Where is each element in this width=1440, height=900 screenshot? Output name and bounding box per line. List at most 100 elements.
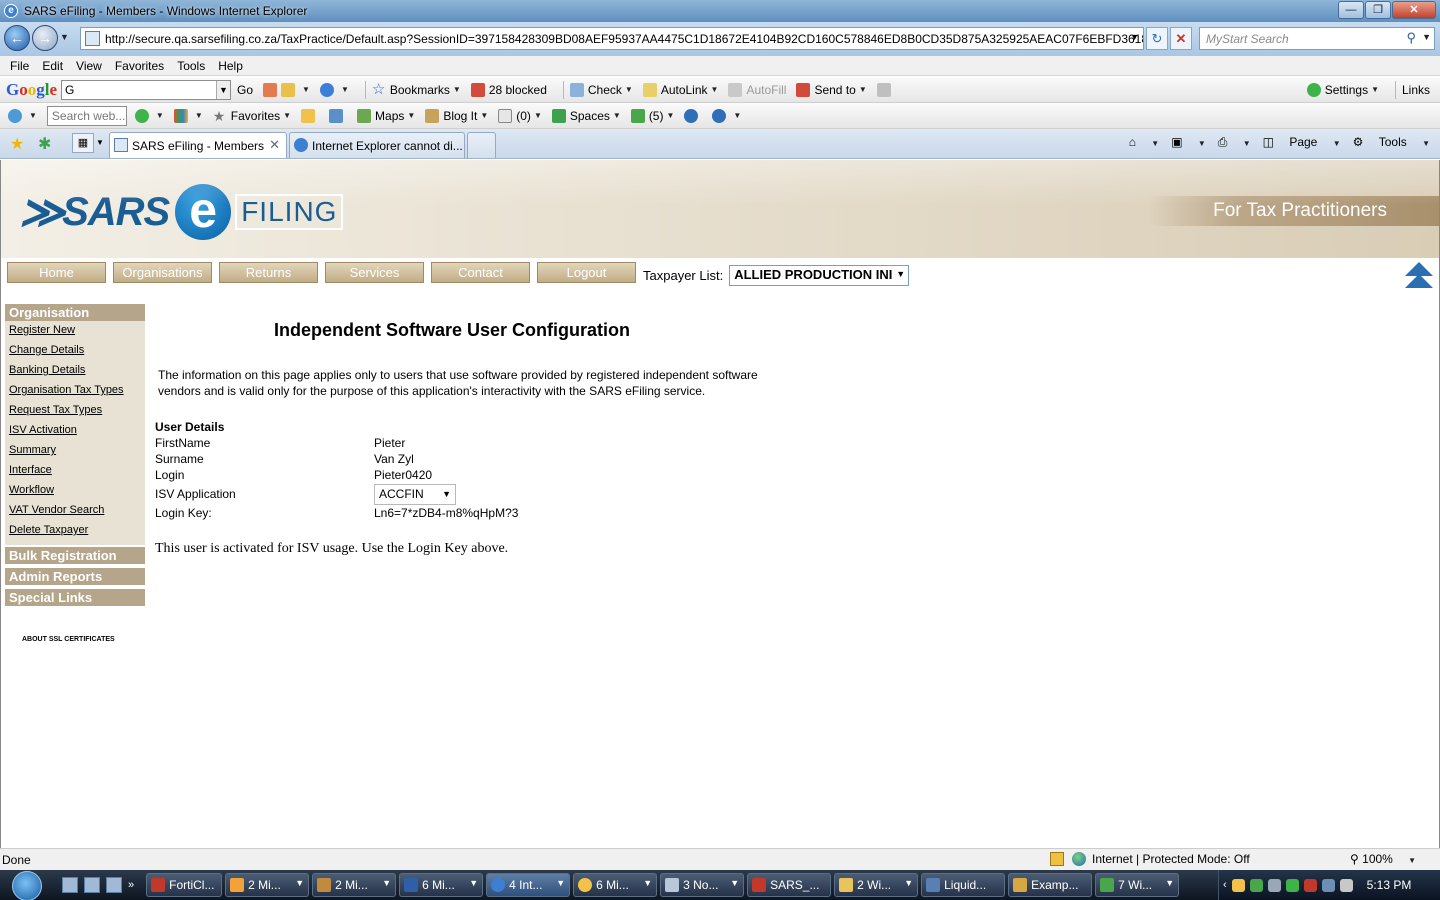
stop-button[interactable]: ✕ <box>1170 27 1192 50</box>
pen-icon[interactable] <box>301 108 319 123</box>
spellcheck-button[interactable]: Check ▼ <box>569 82 633 97</box>
nav-organisations[interactable]: Organisations <box>113 262 212 283</box>
network-icon[interactable] <box>1321 878 1335 892</box>
security-report-icon[interactable] <box>1050 852 1064 866</box>
msn-blogit-button[interactable]: Blog It ▼ <box>425 108 488 123</box>
msn-add-icon[interactable]: ▼ <box>134 108 164 123</box>
clock[interactable]: 5:13 PM <box>1367 878 1412 892</box>
sidebar-link-request-tax-types[interactable]: Request Tax Types <box>9 402 145 422</box>
msn-home-icon[interactable]: ▼ <box>8 108 37 123</box>
forward-button[interactable]: → <box>32 25 58 51</box>
sidebar-link-summary[interactable]: Summary <box>9 442 145 462</box>
google-search-dropdown-icon[interactable]: ▼ <box>216 80 231 99</box>
sidebar-heading-organisation[interactable]: Organisation <box>5 304 145 321</box>
scroll-top-icon[interactable] <box>1403 260 1435 294</box>
ssl-certificates-link[interactable]: ABOUT SSL CERTIFICATES <box>22 636 145 643</box>
tray-check-icon[interactable] <box>1285 878 1299 892</box>
tools-menu-button[interactable]: ⚙ Tools ▼ <box>1353 135 1430 150</box>
zoom-dropdown-icon[interactable]: ▼ <box>1399 856 1416 865</box>
quick-launch-overflow-icon[interactable]: » <box>128 879 134 891</box>
msn-messenger-icon[interactable] <box>684 108 702 123</box>
minimize-button[interactable]: — <box>1338 1 1364 19</box>
address-dropdown-icon[interactable]: ▼ <box>1130 32 1139 42</box>
taskbar-item-sars[interactable]: SARS_... <box>747 873 832 897</box>
nav-services[interactable]: Services <box>325 262 424 283</box>
sidebar-link-banking-details[interactable]: Banking Details <box>9 362 145 382</box>
msn-mail-button[interactable]: (0) ▼ <box>498 108 542 123</box>
taskbar-item-example[interactable]: Examp... <box>1008 873 1093 897</box>
quick-tabs-button[interactable]: ▦ <box>72 133 94 153</box>
taskbar-item-group[interactable]: 6 Mi... ▼ <box>573 873 658 897</box>
menu-tools[interactable]: Tools <box>177 59 205 73</box>
quick-launch-app-icon[interactable] <box>106 877 122 893</box>
sendto-button[interactable]: Send to ▼ <box>796 82 867 97</box>
favorites-center-icon[interactable]: ★ <box>10 134 24 154</box>
address-bar[interactable]: http://secure.qa.sarsefiling.co.za/TaxPr… <box>80 27 1144 50</box>
sidebar-link-workflow[interactable]: Workflow <box>9 482 145 502</box>
google-settings-button[interactable]: Settings ▼ <box>1306 82 1379 97</box>
volume-icon[interactable] <box>1339 878 1353 892</box>
start-button[interactable] <box>6 870 46 900</box>
taskbar-item-forticlient[interactable]: FortiCl... <box>146 873 223 897</box>
edit-icon[interactable] <box>329 108 347 123</box>
tray-app-icon[interactable] <box>1267 878 1281 892</box>
msn-spaces-button[interactable]: Spaces ▼ <box>551 108 621 123</box>
search-dropdown-icon[interactable]: ▼ <box>1422 32 1431 42</box>
sidebar-heading-bulk-registration[interactable]: Bulk Registration <box>5 547 145 564</box>
close-tab-icon[interactable]: ✕ <box>269 137 280 153</box>
sidebar-link-vat-vendor-search[interactable]: VAT Vendor Search <box>9 502 145 522</box>
sidebar-link-organisation-tax-types[interactable]: Organisation Tax Types <box>9 382 145 402</box>
msn-contacts-button[interactable]: (5) ▼ <box>630 108 674 123</box>
refresh-button[interactable]: ↻ <box>1146 27 1168 50</box>
taskbar-item-group[interactable]: 7 Wi... ▼ <box>1095 873 1180 897</box>
tray-app-icon[interactable] <box>1231 878 1245 892</box>
home-icon[interactable]: ⌂ ▼ <box>1129 135 1160 150</box>
maximize-button[interactable]: ❐ <box>1365 1 1391 19</box>
sidebar-link-delete-taxpayer[interactable]: Delete Taxpayer <box>9 522 145 542</box>
security-zone[interactable]: Internet | Protected Mode: Off <box>1072 852 1250 866</box>
menu-edit[interactable]: Edit <box>42 59 63 73</box>
taskbar-item-internet-explorer[interactable]: 4 Int... ▼ <box>486 873 571 897</box>
msn-butterfly-icon[interactable]: ▼ <box>173 108 203 123</box>
sidebar-heading-admin-reports[interactable]: Admin Reports <box>5 568 145 585</box>
taskbar-item-group[interactable]: 6 Mi... ▼ <box>399 873 484 897</box>
sars-efiling-logo[interactable]: ≫ SARS e FILING <box>19 182 344 242</box>
help-icon[interactable]: ▼ <box>712 108 741 123</box>
back-button[interactable]: ← <box>4 25 30 51</box>
taxpayer-select[interactable]: ALLIED PRODUCTION INI ▼ <box>729 265 910 286</box>
google-logo[interactable]: Google <box>6 80 57 100</box>
nav-returns[interactable]: Returns <box>219 262 318 283</box>
taskbar-item-group[interactable]: 3 No... ▼ <box>660 873 745 897</box>
page-menu-button[interactable]: ◫ Page ▼ <box>1263 135 1341 150</box>
tab-list-dropdown-icon[interactable]: ▼ <box>96 138 104 147</box>
nav-home[interactable]: Home <box>7 262 106 283</box>
tray-security-icon[interactable] <box>1303 878 1317 892</box>
taskbar-item-group[interactable]: 2 Mi... ▼ <box>312 873 397 897</box>
add-favorite-icon[interactable]: ✱ <box>38 134 51 154</box>
sidebar-link-register-new[interactable]: Register New <box>9 322 145 342</box>
autofill-button[interactable]: AutoFill <box>728 82 786 97</box>
taskbar-item-liquid[interactable]: Liquid... <box>921 873 1006 897</box>
menu-view[interactable]: View <box>76 59 102 73</box>
msn-search-input[interactable]: Search web... <box>46 105 127 126</box>
nav-contact[interactable]: Contact <box>431 262 530 283</box>
close-button[interactable]: ✕ <box>1392 1 1436 19</box>
taskbar-item-group[interactable]: 2 Mi... ▼ <box>225 873 310 897</box>
google-chat-icon[interactable]: ▼ <box>319 82 349 97</box>
zoom-control[interactable]: ⚲ 100% ▼ <box>1350 852 1416 866</box>
autolink-button[interactable]: AutoLink ▼ <box>642 82 718 97</box>
switch-windows-icon[interactable] <box>84 877 100 893</box>
taskbar-item-group[interactable]: 2 Wi... ▼ <box>834 873 919 897</box>
nav-logout[interactable]: Logout <box>537 262 636 283</box>
tab-ie-error[interactable]: Internet Explorer cannot di... <box>289 132 465 158</box>
feeds-icon[interactable]: ▣ ▼ <box>1171 135 1206 150</box>
print-icon[interactable]: ⎙ ▼ <box>1218 135 1251 150</box>
highlight-icon[interactable] <box>876 82 895 97</box>
google-buttons-icon[interactable]: ▼ <box>263 82 310 97</box>
tray-messenger-icon[interactable] <box>1249 878 1263 892</box>
google-go-button[interactable]: Go <box>237 83 253 97</box>
search-input[interactable]: MyStart Search ⚲ ▼ <box>1199 27 1435 50</box>
popup-blocked-button[interactable]: 28 blocked <box>470 82 547 97</box>
google-search-input[interactable]: G ▼ <box>61 79 232 100</box>
menu-favorites[interactable]: Favorites <box>115 59 164 73</box>
